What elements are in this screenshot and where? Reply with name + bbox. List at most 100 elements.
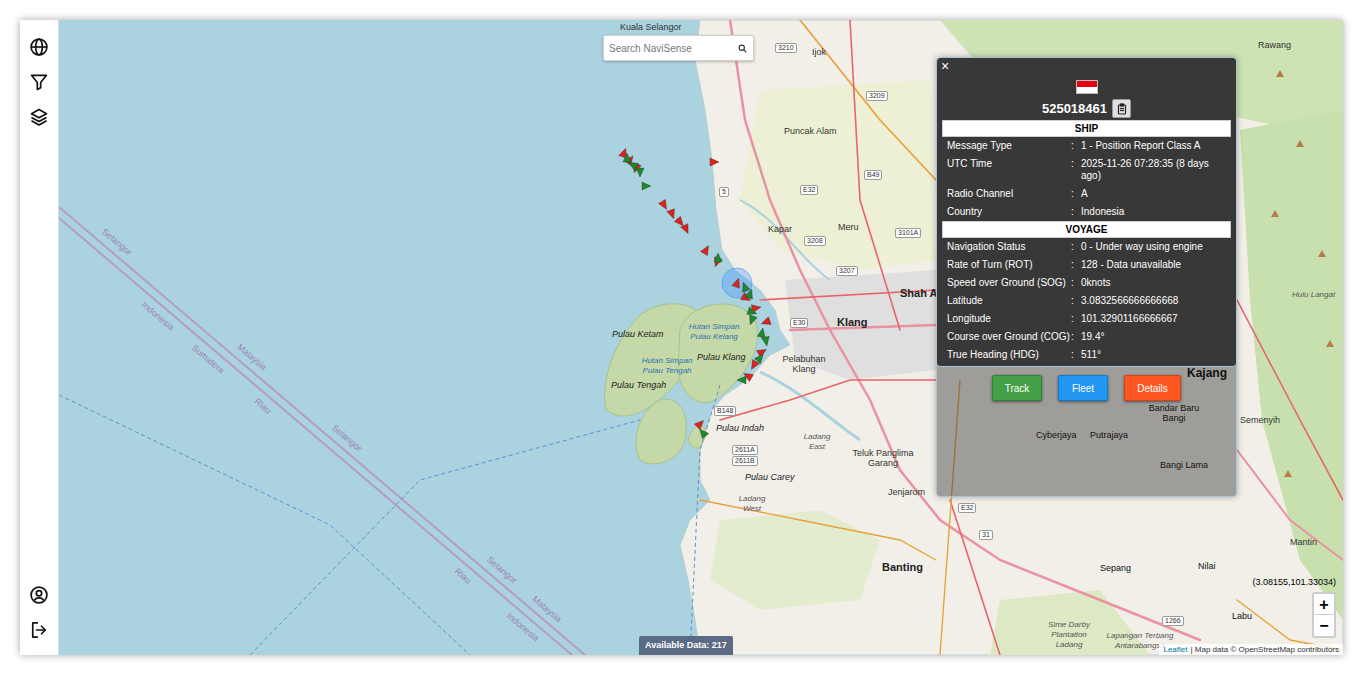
leaflet-link[interactable]: Leaflet xyxy=(1163,644,1187,655)
ship-marker[interactable] xyxy=(710,158,719,166)
ship-icon[interactable] xyxy=(740,281,751,292)
road-number: 3209 xyxy=(866,91,888,101)
ship-icon[interactable] xyxy=(737,376,746,384)
ship-marker[interactable] xyxy=(761,336,770,346)
ship-marker[interactable] xyxy=(667,209,678,220)
globe-button[interactable] xyxy=(29,37,49,57)
ship-marker[interactable] xyxy=(642,182,651,190)
place-label: Labu xyxy=(1232,611,1252,621)
ship-marker[interactable] xyxy=(701,244,712,256)
place-label: Pulau Klang xyxy=(697,352,746,362)
place-label: Rawang xyxy=(1258,40,1291,50)
user-icon xyxy=(29,585,49,605)
ship-marker[interactable] xyxy=(681,224,692,236)
info-row: Rate of Turn (ROT):128 - Data unavailabl… xyxy=(942,256,1231,274)
road-number: E32 xyxy=(958,503,976,513)
info-row: Longitude:101.32901166666667 xyxy=(942,310,1231,328)
close-button[interactable]: × xyxy=(941,58,949,74)
ship-marker[interactable] xyxy=(636,168,644,177)
place-label: Hutan Simpan Pulau Tengah xyxy=(640,356,694,376)
info-value: A xyxy=(1081,188,1226,200)
ship-icon[interactable] xyxy=(732,277,742,288)
profile-button[interactable] xyxy=(29,585,49,605)
ship-icon[interactable] xyxy=(623,153,631,162)
attribution: Leaflet | Map data © OpenStreetMap contr… xyxy=(1159,644,1343,655)
ship-marker[interactable] xyxy=(747,315,758,326)
search-button[interactable] xyxy=(731,36,753,60)
info-label: Latitude xyxy=(947,295,1071,307)
ship-marker[interactable] xyxy=(740,281,751,292)
ship-icon[interactable] xyxy=(694,418,706,430)
ship-marker[interactable] xyxy=(694,418,706,430)
attribution-text: | Map data © OpenStreetMap contributors xyxy=(1191,644,1340,655)
ship-marker[interactable] xyxy=(623,153,631,162)
search-input[interactable] xyxy=(604,36,731,60)
boundary-label: Selangor xyxy=(485,555,519,586)
cursor-coordinates: (3.08155,101.33034) xyxy=(1252,577,1336,588)
button-label: Track xyxy=(1005,383,1030,394)
info-row: Country:Indonesia xyxy=(942,203,1231,221)
ship-marker[interactable] xyxy=(737,376,746,384)
ship-marker[interactable] xyxy=(757,327,766,337)
popup-buttons: Track Fleet Details xyxy=(937,375,1236,401)
details-button[interactable]: Details xyxy=(1124,375,1181,401)
ship-marker[interactable] xyxy=(745,288,756,299)
ship-icon[interactable] xyxy=(714,253,722,262)
map[interactable]: Kuala SelangorRawangIjokPuncak AlamKapar… xyxy=(59,20,1343,655)
ship-icon[interactable] xyxy=(636,168,644,177)
ship-icon[interactable] xyxy=(757,327,766,337)
track-button[interactable]: Track xyxy=(992,375,1042,401)
place-label: Sime Darby Plantation Ladang xyxy=(1040,620,1098,650)
ship-icon[interactable] xyxy=(761,336,770,346)
info-value: 101.32901166666667 xyxy=(1081,313,1226,325)
ship-marker[interactable] xyxy=(754,352,766,364)
ship-icon[interactable] xyxy=(697,427,709,439)
info-row: UTC Time:2025-11-26 07:28:35 (8 days ago… xyxy=(942,155,1231,185)
place-label: Putrajaya xyxy=(1090,430,1128,440)
filter-button[interactable] xyxy=(29,72,49,92)
ship-icon[interactable] xyxy=(754,352,766,364)
place-label: Banting xyxy=(882,561,923,573)
ship-marker[interactable] xyxy=(747,307,758,318)
ship-icon[interactable] xyxy=(642,182,651,190)
fleet-button[interactable]: Fleet xyxy=(1058,375,1108,401)
info-value: 0knots xyxy=(1081,277,1226,289)
ship-marker[interactable] xyxy=(760,317,771,328)
logout-button[interactable] xyxy=(29,620,49,640)
ship-icon[interactable] xyxy=(747,315,758,326)
road-number: 2611B xyxy=(732,456,758,466)
ship-icon[interactable] xyxy=(667,209,678,220)
ship-icon[interactable] xyxy=(701,244,712,256)
place-label: Pulau Tengah xyxy=(611,380,666,390)
zoom-out-button[interactable]: − xyxy=(1314,615,1334,636)
ship-marker[interactable] xyxy=(659,200,670,212)
info-label: Course over Ground (COG) xyxy=(947,331,1071,343)
ship-icon[interactable] xyxy=(710,158,719,166)
road-number: 3207 xyxy=(836,266,858,276)
info-separator: : xyxy=(1071,313,1081,325)
info-row: Radio Channel:A xyxy=(942,185,1231,203)
place-label: Sepang xyxy=(1100,563,1131,573)
ship-icon[interactable] xyxy=(659,200,670,212)
info-separator: : xyxy=(1071,277,1081,289)
copy-button[interactable] xyxy=(1112,99,1131,118)
info-row: Latitude:3.0832566666666668 xyxy=(942,292,1231,310)
ship-icon[interactable] xyxy=(745,288,756,299)
section-header: VOYAGE xyxy=(942,221,1231,238)
zoom-in-button[interactable]: + xyxy=(1314,594,1334,615)
info-value: Indonesia xyxy=(1081,206,1226,218)
ship-marker[interactable] xyxy=(714,253,722,262)
layers-button[interactable] xyxy=(29,107,49,127)
road-number: 3208 xyxy=(804,236,826,246)
ship-icon[interactable] xyxy=(747,307,758,318)
ship-marker[interactable] xyxy=(697,427,709,439)
boundary-label: Indonesia xyxy=(505,611,541,644)
place-label: Cyberjaya xyxy=(1036,430,1077,440)
available-data-badge: Available Data: 217 xyxy=(639,636,733,655)
filter-icon xyxy=(29,72,49,92)
place-label: Puncak Alam xyxy=(784,126,837,136)
info-label: Longitude xyxy=(947,313,1071,325)
road-number: E32 xyxy=(800,185,818,195)
ship-icon[interactable] xyxy=(760,317,771,328)
ship-icon[interactable] xyxy=(681,224,692,236)
